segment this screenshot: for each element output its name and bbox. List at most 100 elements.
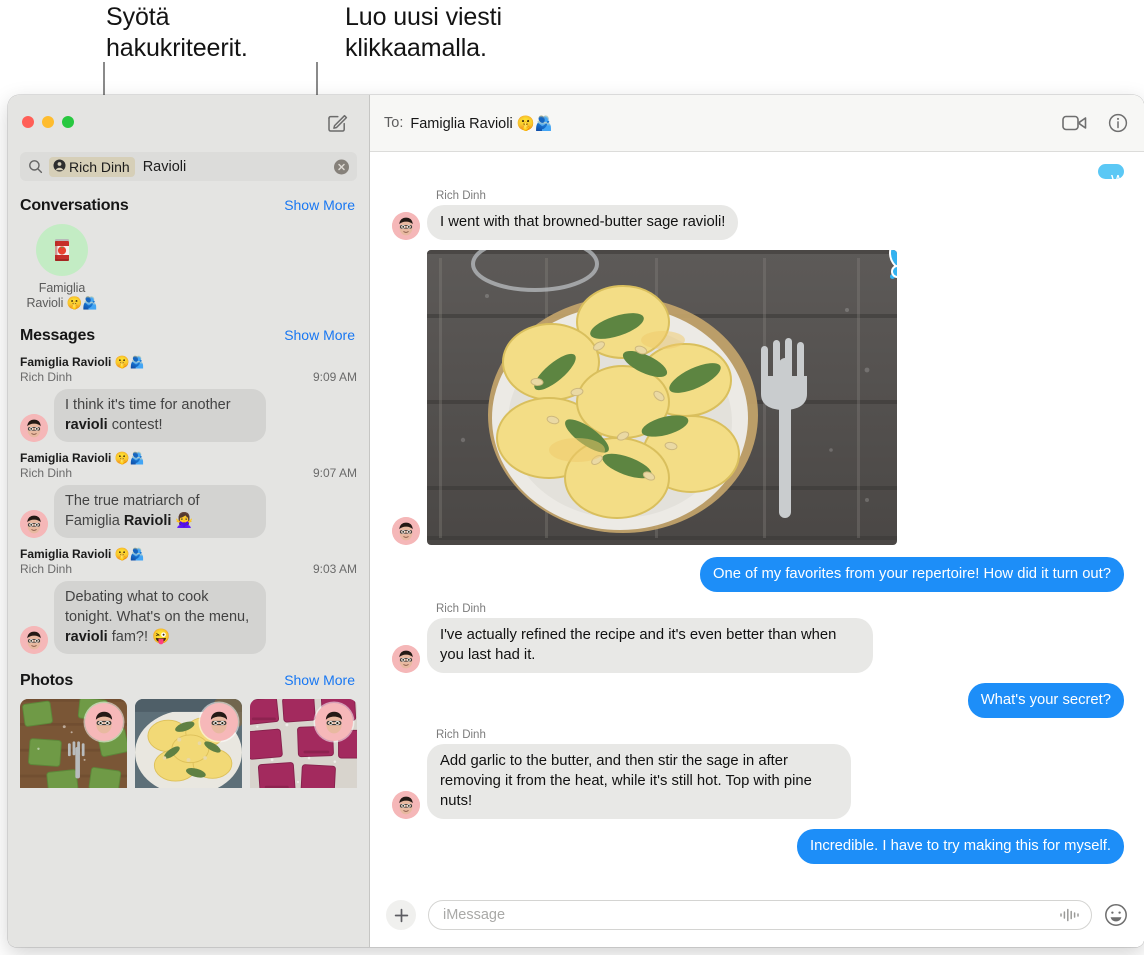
clear-icon[interactable] [334,159,349,174]
sender-name: Rich Dinh [436,729,486,741]
callout-search-text: Syötä hakukriteerit. [106,3,248,62]
conversation-item-label: Famiglia Ravioli 🤫🫂 [26,281,98,310]
search-results: Conversations Show More Famiglia Ravioli… [8,181,369,947]
search-input[interactable]: Rich Dinh Ravioli [20,152,357,181]
avatar [20,510,48,538]
avatar [200,703,238,741]
memoji-icon [392,791,420,819]
avatar [315,703,353,741]
result-time: 9:09 AM [312,370,357,384]
result-sender: Rich Dinh [20,562,73,576]
recipient-name[interactable]: Famiglia Ravioli 🤫🫂 [410,115,552,132]
message-row-photo [392,250,1124,545]
message-bubble: Incredible. I have to try making this fo… [797,829,1124,864]
memoji-icon [392,517,420,545]
result-message-text: Debating what to cook tonight. What's on… [54,581,266,654]
message-bubble: One of my favorites from your repertoire… [699,557,1124,592]
message-row-incoming: Rich Dinh Add garlic to the butter, and … [392,728,1124,819]
to-label: To: [384,115,404,131]
photo-thumbnail-beet-ravioli[interactable] [250,699,357,796]
message-row-incoming: Rich Dinh I went with that browned-butte… [392,189,1124,240]
message-bubble: What did you end up making for dinner? [1098,164,1125,789]
result-conversation-name: Famiglia Ravioli 🤫🫂 [20,355,145,369]
memoji-icon [202,705,236,739]
photos-section-header: Photos Show More [8,672,369,690]
window-titlebar [8,95,369,152]
photos-show-more[interactable]: Show More [284,672,355,688]
result-conversation-name: Famiglia Ravioli 🤫🫂 [20,547,145,561]
sender-name: Rich Dinh [436,603,486,615]
search-token-label: Rich Dinh [69,158,130,175]
result-message-text: I think it's time for another ravioli co… [54,389,266,442]
memoji-icon [392,212,420,240]
compose-icon[interactable] [323,109,351,137]
avatar [36,224,88,276]
message-group: Rich Dinh I went with that browned-butte… [427,189,739,240]
result-body: I think it's time for another ravioli co… [20,389,357,442]
minimize-button[interactable] [42,116,54,128]
conversations-list: Famiglia Ravioli 🤫🫂 [8,224,369,311]
header-actions [1062,113,1128,133]
result-time: 9:03 AM [312,562,357,576]
conversations-show-more[interactable]: Show More [284,197,355,213]
info-icon[interactable] [1108,113,1128,133]
message-group: Rich Dinh I've actually refined the reci… [427,602,873,673]
avatar [392,791,420,819]
photo-thumbnail-green-ravioli[interactable] [20,699,127,796]
message-bubble: What's your secret? [967,683,1124,718]
conversation-pane: To: Famiglia Ravioli 🤫🫂 What did you end… [370,95,1144,947]
photo-thumbnail-sage-ravioli[interactable] [135,699,242,796]
message-row-outgoing: One of my favorites from your repertoire… [392,557,1124,592]
imessage-placeholder: iMessage [443,907,506,923]
message-bubble: I went with that browned-butter sage rav… [427,205,739,240]
video-call-icon[interactable] [1062,113,1088,133]
callout-compose-text: Luo uusi viesti klikkaamalla. [345,3,502,62]
messages-title: Messages [20,327,95,344]
memoji-icon [392,645,420,673]
close-button[interactable] [22,116,34,128]
conversations-section-header: Conversations Show More [8,197,369,215]
conversation-item-famiglia-ravioli[interactable]: Famiglia Ravioli 🤫🫂 [20,224,104,311]
add-attachment-icon[interactable] [386,900,416,930]
memoji-icon [87,705,121,739]
result-message-text: The true matriarch of Famiglia Ravioli 🙅… [54,485,266,538]
result-body: The true matriarch of Famiglia Ravioli 🙅… [20,485,357,538]
result-time: 9:07 AM [312,466,357,480]
photo-attachment[interactable] [427,250,897,545]
conversations-title: Conversations [20,197,129,214]
imessage-input[interactable]: iMessage [428,900,1092,930]
message-result-item[interactable]: Famiglia Ravioli 🤫🫂 Rich Dinh 9:03 AM De… [8,546,369,654]
photos-title: Photos [20,672,74,689]
messages-window: Rich Dinh Ravioli Conversations Show Mor… [8,95,1144,947]
message-row-outgoing: Incredible. I have to try making this fo… [392,829,1124,864]
zoom-button[interactable] [62,116,74,128]
memoji-icon [20,414,48,442]
avatar [392,645,420,673]
tomato-can-icon [55,239,69,261]
sender-name: Rich Dinh [436,190,486,202]
result-body: Debating what to cook tonight. What's on… [20,581,357,654]
message-result-item[interactable]: Famiglia Ravioli 🤫🫂 Rich Dinh 9:07 AM Th… [8,450,369,538]
search-token-rich-dinh[interactable]: Rich Dinh [49,156,135,177]
memoji-icon [20,510,48,538]
message-bubble: Add garlic to the butter, and then stir … [427,744,851,819]
search-container: Rich Dinh Ravioli [8,152,369,181]
message-row-incoming: Rich Dinh I've actually refined the reci… [392,602,1124,673]
message-thread: What did you end up making for dinner? [370,152,1144,883]
avatar [85,703,123,741]
message-result-item[interactable]: Famiglia Ravioli 🤫🫂 Rich Dinh 9:09 AM I … [8,354,369,442]
message-row-outgoing: What did you end up making for dinner? [392,164,1125,789]
audio-waveform-icon[interactable] [1059,907,1081,923]
person-icon [53,159,66,175]
search-icon [28,159,43,174]
result-meta: Rich Dinh 9:09 AM [20,370,357,385]
result-sender: Rich Dinh [20,466,73,480]
result-conversation-name: Famiglia Ravioli 🤫🫂 [20,451,145,465]
memoji-icon [317,705,351,739]
messages-section: Messages Show More Famiglia Ravioli 🤫🫂 R… [8,327,369,654]
avatar [392,517,420,545]
emoji-picker-icon[interactable] [1104,903,1128,927]
result-sender: Rich Dinh [20,370,73,384]
ravioli-plate-image [427,250,897,545]
messages-show-more[interactable]: Show More [284,327,355,343]
